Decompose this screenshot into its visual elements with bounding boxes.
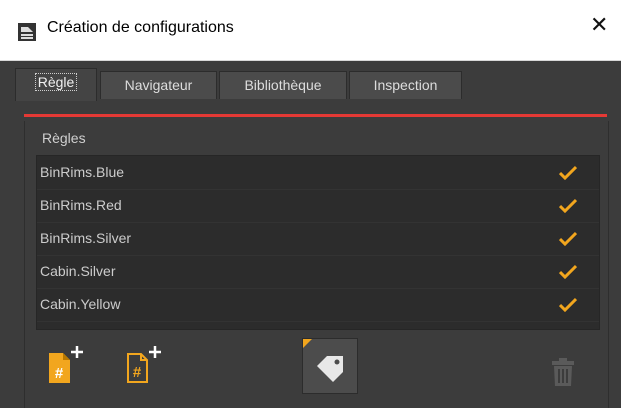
check-icon bbox=[559, 165, 577, 180]
rules-panel: Règles BinRims.Blue BinRims.Red BinRims.… bbox=[24, 121, 609, 408]
rules-list[interactable]: BinRims.Blue BinRims.Red BinRims.Silver … bbox=[36, 155, 600, 330]
list-item[interactable]: BinRims.Blue bbox=[37, 156, 599, 190]
list-item[interactable]: BinRims.Silver bbox=[37, 222, 599, 256]
list-item[interactable]: Cabin.Yellow bbox=[37, 288, 599, 322]
add-rule-outline-icon[interactable]: # bbox=[124, 343, 164, 385]
tab-label: Bibliothèque bbox=[244, 77, 322, 93]
tab-bibliotheque[interactable]: Bibliothèque bbox=[219, 71, 347, 99]
trash-icon[interactable] bbox=[552, 358, 574, 386]
tab-bar: Règle Navigateur Bibliothèque Inspection bbox=[0, 61, 621, 101]
tab-label: Règle bbox=[34, 73, 78, 91]
active-tab-indicator bbox=[24, 114, 607, 117]
svg-text:#: # bbox=[133, 364, 142, 381]
close-button[interactable]: ✕ bbox=[590, 15, 608, 37]
rule-name: Cabin.Silver bbox=[40, 263, 116, 279]
tag-icon bbox=[303, 339, 343, 382]
rules-group-label: Règles bbox=[42, 130, 86, 146]
window-title: Création de configurations bbox=[47, 19, 234, 36]
app-icon bbox=[18, 23, 36, 41]
tab-label: Inspection bbox=[373, 77, 438, 93]
configuration-window: Règle Navigateur Bibliothèque Inspection… bbox=[0, 61, 621, 408]
check-icon bbox=[559, 231, 577, 246]
rule-name: BinRims.Red bbox=[40, 197, 122, 213]
tab-label: Navigateur bbox=[124, 77, 193, 93]
tab-navigateur[interactable]: Navigateur bbox=[100, 71, 217, 99]
rule-name: BinRims.Blue bbox=[40, 164, 125, 180]
check-icon bbox=[559, 297, 577, 312]
check-icon bbox=[559, 264, 577, 279]
tag-button[interactable] bbox=[302, 338, 358, 394]
list-item[interactable]: Cabin.Silver bbox=[37, 255, 599, 289]
add-rule-filled-icon[interactable]: # bbox=[46, 343, 86, 385]
rule-name: Cabin.Yellow bbox=[40, 296, 121, 312]
tab-regle[interactable]: Règle bbox=[15, 68, 97, 101]
svg-text:#: # bbox=[55, 365, 64, 382]
rule-name: BinRims.Silver bbox=[40, 230, 132, 246]
check-icon bbox=[559, 198, 577, 213]
tab-inspection[interactable]: Inspection bbox=[349, 71, 462, 99]
title-bar: Création de configurations ✕ bbox=[0, 0, 621, 61]
list-item[interactable]: BinRims.Red bbox=[37, 189, 599, 223]
